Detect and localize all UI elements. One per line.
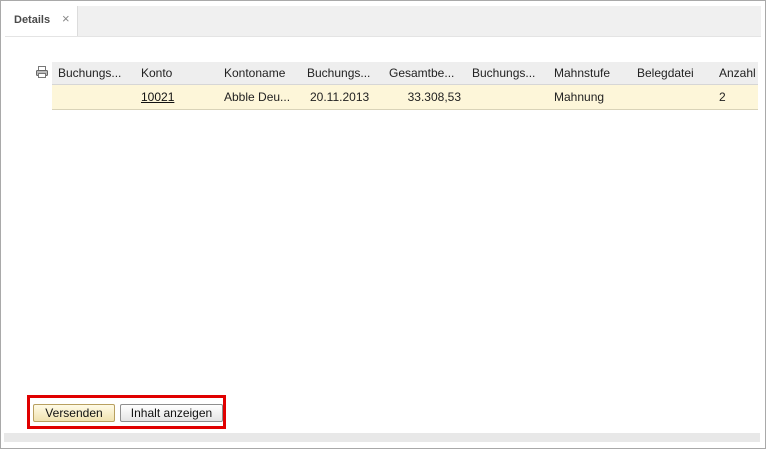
data-grid: Buchungs... Konto Kontoname Buchungs... … [52,62,758,110]
cell-kontoname: Abble Deu... [224,90,291,104]
printer-icon[interactable] [35,65,49,79]
tab-bar: Details × [5,6,761,37]
show-content-button[interactable]: Inhalt anzeigen [120,404,223,422]
footer-bar [4,433,760,442]
column-header-belegdatei[interactable]: Belegdatei [637,62,715,84]
tab-details-label: Details [14,14,51,26]
tab-details[interactable]: Details × [5,6,78,37]
column-header-konto[interactable]: Konto [141,62,219,84]
table-row[interactable]: 10021 Abble Deu... 20.11.2013 33.308,53 … [52,85,758,110]
grid-header: Buchungs... Konto Kontoname Buchungs... … [52,62,758,85]
cell-mahnstufe: Mahnung [554,90,605,104]
konto-link[interactable]: 10021 [141,85,219,109]
cell-anzahl: 2 [719,90,726,104]
cell-belegdatei [637,85,715,109]
column-header-mahnstufe[interactable]: Mahnstufe [554,62,632,84]
column-header-gesamtbetrag[interactable]: Gesamtbe... [389,62,467,84]
send-button[interactable]: Versenden [33,404,115,422]
column-header-anzahl[interactable]: Anzahl [719,62,759,84]
close-icon[interactable]: × [62,12,70,26]
cell-gesamtbetrag: 33.308,53 [407,90,461,104]
column-header-buchungs-3[interactable]: Buchungs... [472,62,550,84]
column-header-buchungs-1[interactable]: Buchungs... [58,62,136,84]
column-header-buchungs-2[interactable]: Buchungs... [307,62,385,84]
cell-buchungs-1 [58,85,136,109]
column-header-kontoname[interactable]: Kontoname [224,62,302,84]
cell-buchungsdatum: 20.11.2013 [310,90,370,104]
cell-buchungs-3 [472,85,550,109]
